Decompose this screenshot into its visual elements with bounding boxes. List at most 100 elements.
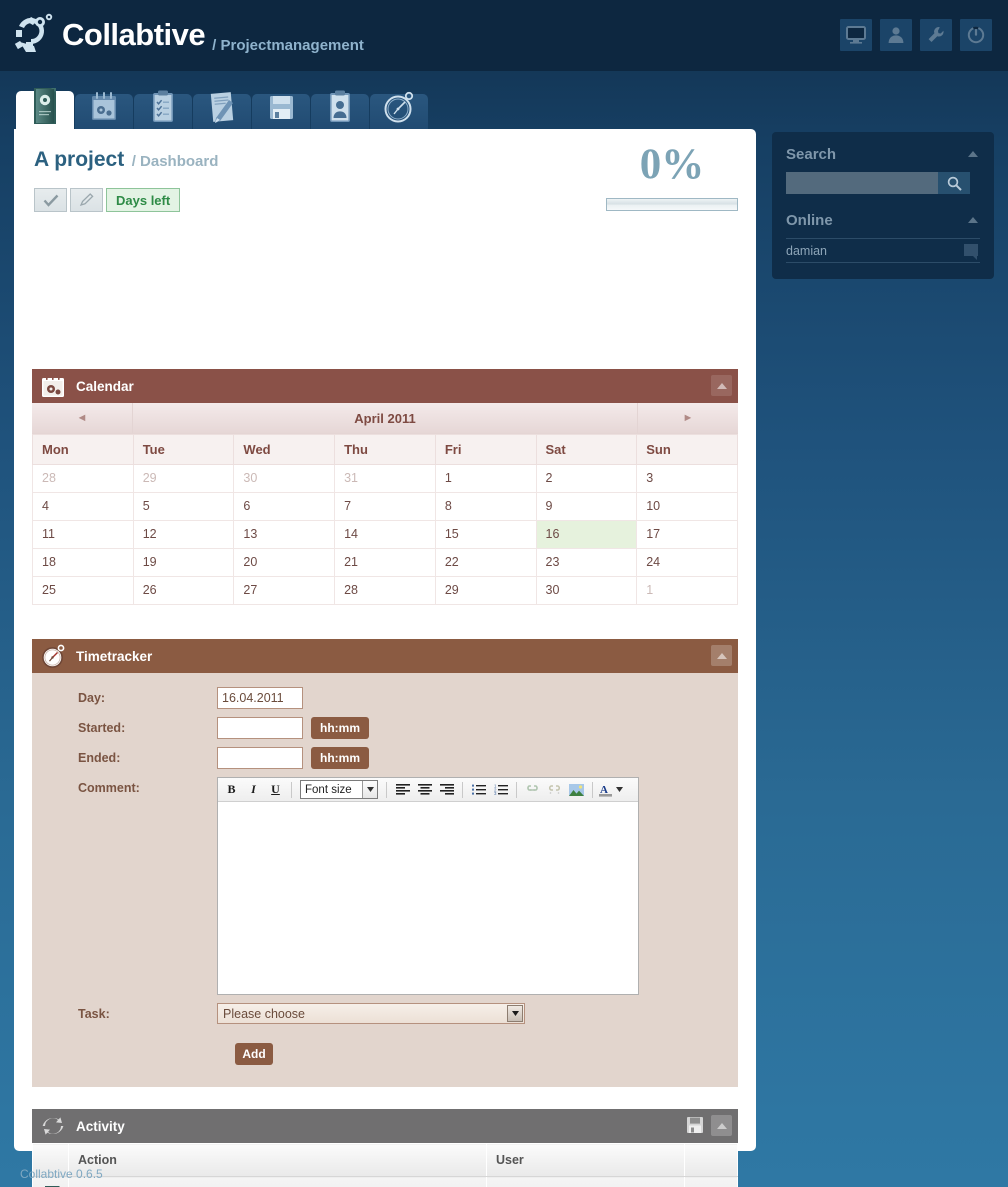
calendar-day-cell[interactable]: 8: [434, 492, 537, 521]
refresh-icon: [40, 1113, 66, 1139]
sidebar: Search Online damian: [772, 132, 994, 279]
save-icon[interactable]: [686, 1116, 706, 1136]
online-user-name[interactable]: damian: [786, 244, 827, 258]
edit-project-button[interactable]: [70, 188, 103, 212]
calendar-day-cell[interactable]: 2: [535, 464, 638, 493]
calendar-day-cell[interactable]: 29: [434, 576, 537, 605]
calendar-day-cell[interactable]: 18: [32, 548, 134, 577]
calendar-day-cell[interactable]: 31: [334, 464, 436, 493]
activity-user-cell: damian: [486, 1176, 685, 1187]
calendar-day-cell[interactable]: 12: [132, 520, 235, 549]
timetracker-day-input[interactable]: [217, 687, 303, 709]
calendar-day-cell[interactable]: 7: [334, 492, 436, 521]
tab-files[interactable]: [252, 94, 310, 132]
calendar-day-cell[interactable]: 26: [132, 576, 235, 605]
calendar-day-cell[interactable]: 17: [636, 520, 738, 549]
search-panel-heading: Search: [786, 146, 980, 163]
calendar-header-row: Mon Tue Wed Thu Fri Sat Sun: [32, 434, 738, 465]
list-item: damian: [786, 238, 980, 263]
add-time-button[interactable]: Add: [235, 1043, 273, 1065]
link-icon[interactable]: [522, 780, 543, 800]
calendar-weekday-sun: Sun: [636, 434, 738, 465]
search-collapse-icon[interactable]: [968, 151, 978, 157]
calendar-day-cell[interactable]: 23: [535, 548, 638, 577]
unlink-icon[interactable]: [544, 780, 565, 800]
calendar-day-cell[interactable]: 15: [434, 520, 537, 549]
user-icon[interactable]: [880, 19, 912, 51]
numbered-list-icon[interactable]: 123: [490, 780, 511, 800]
calendar-day-cell[interactable]: 21: [334, 548, 436, 577]
activity-column-header: User: [486, 1143, 685, 1177]
calendar-day-cell[interactable]: 11: [32, 520, 134, 549]
projects-folder-icon: [26, 84, 64, 124]
italic-icon[interactable]: I: [243, 780, 264, 800]
calendar-day-cell[interactable]: 28: [32, 464, 134, 493]
calendar-day-cell[interactable]: 9: [535, 492, 638, 521]
days-left-button[interactable]: Days left: [106, 188, 181, 212]
calendar-day-cell[interactable]: 5: [132, 492, 235, 521]
calendar-day-cell[interactable]: 4: [32, 492, 134, 521]
font-color-icon[interactable]: A: [598, 780, 613, 800]
calendar-day-cell[interactable]: 30: [535, 576, 638, 605]
power-icon[interactable]: [960, 19, 992, 51]
calendar-collapse-button[interactable]: [711, 375, 732, 396]
tab-messages[interactable]: [193, 92, 251, 132]
timetracker-ended-input[interactable]: [217, 747, 303, 769]
timetracker-task-label: Task:: [78, 1006, 110, 1021]
brand-name: Collabtive: [62, 17, 206, 52]
align-right-icon[interactable]: [436, 780, 457, 800]
calendar-day-cell[interactable]: 20: [233, 548, 336, 577]
chevron-up-icon: [716, 1122, 727, 1129]
calendar-day-cell[interactable]: 13: [233, 520, 336, 549]
comment-textarea[interactable]: [218, 802, 638, 994]
calendar-day-cell[interactable]: 1: [636, 576, 738, 605]
project-action-buttons: Days left: [34, 188, 181, 212]
calendar-day-cell[interactable]: 25: [32, 576, 134, 605]
online-collapse-icon[interactable]: [968, 217, 978, 223]
task-select[interactable]: Please choose: [217, 1003, 525, 1024]
calendar-day-cell[interactable]: 29: [132, 464, 235, 493]
desktop-icon[interactable]: [840, 19, 872, 51]
font-size-select[interactable]: Font size: [300, 780, 378, 799]
top-bar: Collabtive / Projectmanagement: [0, 0, 1008, 71]
complete-project-button[interactable]: [34, 188, 67, 212]
timetracker-collapse-button[interactable]: [711, 645, 732, 666]
timetracker-started-input[interactable]: [217, 717, 303, 739]
bullet-list-icon[interactable]: [468, 780, 489, 800]
calendar-day-cell[interactable]: 22: [434, 548, 537, 577]
image-icon[interactable]: [566, 780, 587, 800]
tab-calendar[interactable]: [75, 92, 133, 132]
tab-projects[interactable]: [16, 88, 74, 132]
calendar-next-button[interactable]: ►: [638, 403, 738, 433]
search-input[interactable]: [786, 172, 938, 194]
font-color-dropdown-icon[interactable]: [614, 780, 624, 800]
calendar-day-cell[interactable]: 19: [132, 548, 235, 577]
editor-toolbar: B I U Font size 1 2 3 A: [218, 778, 638, 802]
calendar-day-cell[interactable]: 30: [233, 464, 336, 493]
chevron-down-icon: [507, 1005, 523, 1022]
calendar-day-cell[interactable]: 10: [636, 492, 738, 521]
activity-widget-title: Activity: [76, 1118, 125, 1134]
bold-icon[interactable]: B: [221, 780, 242, 800]
underline-icon[interactable]: U: [265, 780, 286, 800]
search-button[interactable]: [938, 172, 970, 194]
align-left-icon[interactable]: [392, 780, 413, 800]
calendar-day-cell[interactable]: 24: [636, 548, 738, 577]
calendar-day-cell[interactable]: 28: [334, 576, 436, 605]
calendar-day-cell[interactable]: 14: [334, 520, 436, 549]
tab-timetracker[interactable]: [370, 91, 428, 132]
activity-collapse-button[interactable]: [711, 1115, 732, 1136]
calendar-day-cell[interactable]: 6: [233, 492, 336, 521]
chat-bubble-icon[interactable]: [964, 244, 978, 260]
calendar-day-cell[interactable]: 27: [233, 576, 336, 605]
tab-tasks[interactable]: [134, 90, 192, 132]
calendar-day-cell[interactable]: 16: [535, 520, 638, 549]
wrench-icon[interactable]: [920, 19, 952, 51]
tab-users[interactable]: [311, 90, 369, 132]
timetracker-comment-row: Comment: B I U Font size 1 2 3 A: [32, 777, 738, 995]
calendar-prev-button[interactable]: ◄: [32, 403, 132, 433]
calendar-day-cell[interactable]: 3: [636, 464, 738, 493]
align-center-icon[interactable]: [414, 780, 435, 800]
calendar-weekday-mon: Mon: [32, 434, 134, 465]
calendar-day-cell[interactable]: 1: [434, 464, 537, 493]
